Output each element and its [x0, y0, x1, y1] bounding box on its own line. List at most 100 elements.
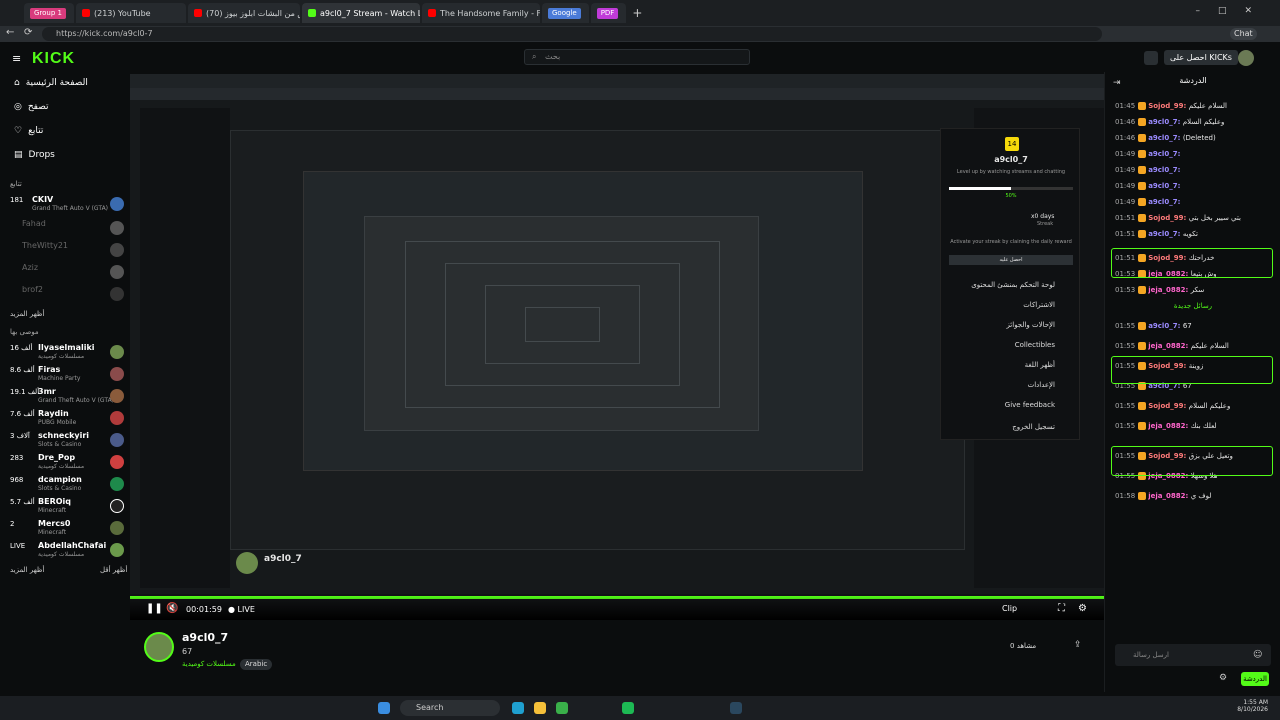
edge-icon[interactable] — [512, 702, 524, 714]
avatar[interactable] — [1238, 50, 1254, 66]
sidebar-item-home[interactable]: ⌂ الصفحة الرئيسية — [14, 78, 88, 88]
search-input[interactable]: بحث — [524, 49, 750, 65]
menu-blurb: Level up by watching streams and chattin… — [956, 169, 1066, 175]
tab-arabic-video[interactable]: اكثر تفريق من البشات ابلوز بيوز (70) — [188, 3, 300, 23]
chat-username[interactable]: Sojod_99: — [1148, 402, 1189, 410]
taskbar-search[interactable]: Search — [400, 700, 500, 716]
kick-logo[interactable]: KICK — [32, 50, 75, 68]
tab-kick-stream[interactable]: a9cl0_7 Stream - Watch Live on Ki — [302, 3, 420, 23]
chat-settings-icon[interactable]: ⚙ — [1219, 673, 1227, 683]
chat-text: 67 — [1182, 322, 1192, 330]
chat-username[interactable]: jeja_0882: — [1148, 342, 1191, 350]
sidebar-item-following[interactable]: ♡ تتابع — [14, 126, 43, 136]
new-tab-button[interactable]: + — [632, 6, 642, 20]
chrome-icon[interactable] — [556, 702, 568, 714]
chat-username[interactable]: Sojod_99: — [1148, 214, 1189, 222]
chat-text: وعليكم السلام — [1182, 118, 1225, 126]
channel-schneckyiri[interactable]: 3 آلاف schneckyiri Slots & Casino — [10, 430, 126, 452]
channel-brof2[interactable]: brof2 — [10, 284, 126, 306]
badge-icon — [1138, 166, 1147, 174]
avatar — [110, 345, 124, 359]
sidebar-item-drops[interactable]: ▤ Drops — [14, 150, 55, 160]
menu-collectibles[interactable]: Collectibles — [941, 337, 1081, 353]
stream-category[interactable]: مسلسلات كوميدية — [182, 660, 236, 668]
menu-feedback[interactable]: Give feedback — [941, 397, 1081, 413]
emoji-icon[interactable]: ☺ — [1253, 650, 1262, 660]
kick-icon — [308, 9, 316, 17]
channel-thewitty21[interactable]: TheWitty21 — [10, 240, 126, 262]
chat-username[interactable]: a9cl0_7: — [1148, 150, 1180, 158]
channel-name[interactable]: a9cl0_7 — [182, 631, 228, 644]
profile-button[interactable]: Chat — [1230, 28, 1257, 40]
pause-icon[interactable]: ❚❚ — [146, 603, 163, 614]
menu-logout[interactable]: تسجيل الخروج — [941, 419, 1081, 435]
window-controls[interactable]: –□✕ — [1195, 6, 1270, 16]
menu-referrals[interactable]: الإحالات والجوائز — [941, 317, 1081, 333]
tab-group-1[interactable]: Group 1 — [24, 3, 74, 23]
tab-pdf[interactable]: PDF — [590, 3, 627, 23]
chat-username[interactable]: jeja_0882: — [1148, 492, 1191, 500]
chat-username[interactable]: a9cl0_7: — [1148, 198, 1180, 206]
fullscreen-icon[interactable]: ⛶ — [1058, 603, 1065, 614]
menu-settings[interactable]: الإعدادات — [941, 377, 1081, 393]
menu-icon[interactable]: ≡ — [12, 52, 21, 65]
menu-creator-dashboard[interactable]: لوحة التحكم بمنشئ المحتوى — [941, 277, 1081, 293]
chat-username[interactable]: Sojod_99: — [1148, 102, 1189, 110]
channel-beroiq[interactable]: 5.7 ألف BEROiq Minecraft — [10, 496, 126, 518]
language-tag[interactable]: Arabic — [240, 659, 273, 670]
chat-username[interactable]: a9cl0_7: — [1148, 134, 1183, 142]
sidebar-item-browse[interactable]: ◎ تصفح — [14, 102, 49, 112]
chat-username[interactable]: a9cl0_7: — [1148, 166, 1180, 174]
menu-subscriptions[interactable]: الاشتراكات — [941, 297, 1081, 313]
channel-raydin[interactable]: 7.6 ألف Raydin PUBG Mobile — [10, 408, 126, 430]
chat-username[interactable]: a9cl0_7: — [1148, 182, 1180, 190]
chat-username[interactable]: a9cl0_7: — [1148, 322, 1183, 330]
spotify-icon[interactable] — [622, 702, 634, 714]
share-icon[interactable]: ⇪ — [1074, 640, 1082, 650]
channel-ckiv[interactable]: 181 CKIV Grand Theft Auto V (GTA) — [10, 194, 126, 216]
badge-icon — [1138, 286, 1147, 294]
avatar — [110, 521, 124, 535]
show-less-link[interactable]: أظهر أقل — [100, 566, 127, 574]
channel-avatar[interactable] — [144, 632, 174, 662]
claim-button[interactable]: احصل عليه — [949, 255, 1073, 265]
creator-icon[interactable] — [1144, 51, 1158, 65]
channel-abdellahchafai[interactable]: LIVE AbdellahChafai مسلسلات كوميدية — [10, 540, 126, 562]
channel-fahad[interactable]: Fahad — [10, 218, 126, 240]
get-kicks-button[interactable]: احصل على KICKs — [1164, 50, 1238, 65]
channel-aziz[interactable]: Aziz — [10, 262, 126, 284]
tab-google[interactable]: Google — [542, 3, 589, 23]
video-player[interactable]: 14 a9cl0_7 Level up by watching streams … — [130, 74, 1104, 620]
chat-send-button[interactable]: الدردشة — [1241, 672, 1269, 686]
files-icon[interactable] — [534, 702, 546, 714]
channel-firas[interactable]: 8.6 ألف Firas Machine Party — [10, 364, 126, 386]
tab-handsome-family[interactable]: The Handsome Family - Far F — [422, 3, 540, 23]
channel-ilyaselmaliki[interactable]: 16 ألف Ilyaselmaliki مسلسلات كوميدية — [10, 342, 126, 364]
chat-input[interactable]: ارسل رسالة — [1115, 644, 1271, 666]
channel-dcampion[interactable]: 968 dcampion Slots & Casino — [10, 474, 126, 496]
clock[interactable]: 1:55 AM 8/10/2026 — [1228, 699, 1268, 713]
chat-username[interactable]: jeja_0882: — [1148, 422, 1191, 430]
chat-username[interactable]: a9cl0_7: — [1148, 230, 1183, 238]
channel-mercs0[interactable]: 2 Mercs0 Minecraft — [10, 518, 126, 540]
url-field[interactable]: https://kick.com/a9cl0-7 — [42, 27, 1102, 41]
back-icon[interactable]: ← — [6, 27, 14, 38]
avatar — [110, 499, 124, 513]
show-more-link[interactable]: أظهر المزيد — [10, 310, 44, 318]
volume-icon[interactable]: 🔇 — [166, 603, 178, 614]
channel-dre-pop[interactable]: 283 Dre_Pop مسلسلات كوميدية — [10, 452, 126, 474]
chat-username[interactable]: jeja_0882: — [1148, 286, 1191, 294]
show-more-link[interactable]: أظهر المزيد — [10, 566, 44, 574]
user-dropdown-menu: 14 a9cl0_7 Level up by watching streams … — [940, 128, 1080, 440]
tab-youtube[interactable]: (213) YouTube — [76, 3, 186, 23]
menu-language[interactable]: أظهر اللغة — [941, 357, 1081, 373]
settings-icon[interactable]: ⚙ — [1078, 603, 1087, 614]
sidebar: ⌂ الصفحة الرئيسية ◎ تصفح ♡ تتابع ▤ Drops تتا… — [0, 72, 130, 612]
refresh-icon[interactable]: ⟳ — [24, 27, 32, 38]
steam-icon[interactable] — [730, 702, 742, 714]
chat-timestamp: 01:45 — [1115, 102, 1136, 110]
channel-3mr[interactable]: 19.1 ألف 3mr Grand Theft Auto V (GTA) — [10, 386, 126, 408]
chat-username[interactable]: a9cl0_7: — [1148, 118, 1183, 126]
clip-button[interactable]: Clip — [1002, 604, 1017, 613]
windows-start-icon[interactable] — [378, 702, 390, 714]
